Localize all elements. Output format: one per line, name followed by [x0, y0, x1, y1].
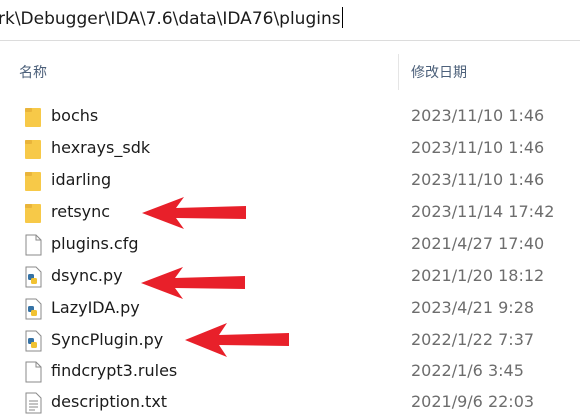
column-header-name[interactable]: 名称	[19, 62, 47, 82]
file-row-dsync-py[interactable]: dsync.py 2021/1/20 18:12	[0, 261, 580, 292]
column-separator[interactable]	[398, 54, 399, 90]
file-date: 2023/4/21 9:28	[411, 298, 535, 317]
column-header-date-modified[interactable]: 修改日期	[411, 62, 467, 82]
file-date: 2022/1/22 7:37	[411, 330, 535, 349]
file-row-hexrays-sdk[interactable]: hexrays_sdk 2023/11/10 1:46	[0, 133, 580, 164]
text-file-icon	[25, 392, 42, 414]
file-date: 2023/11/10 1:46	[411, 138, 545, 157]
file-date: 2023/11/10 1:46	[411, 170, 545, 189]
file-row-retsync[interactable]: retsync 2023/11/14 17:42	[0, 197, 580, 228]
annotation-arrow-dsync	[141, 267, 245, 299]
python-file-icon	[25, 298, 42, 320]
python-file-icon	[25, 266, 42, 288]
folder-icon	[25, 140, 41, 159]
file-name: SyncPlugin.py	[51, 330, 164, 349]
file-date: 2021/9/6 22:03	[411, 392, 535, 411]
address-path-text: rk\Debugger\IDA\7.6\data\IDA76\plugins	[0, 9, 341, 29]
folder-icon	[25, 172, 41, 191]
file-row-plugins-cfg[interactable]: plugins.cfg 2021/4/27 17:40	[0, 229, 580, 260]
file-name: findcrypt3.rules	[51, 361, 178, 380]
file-name: hexrays_sdk	[51, 138, 151, 157]
file-date: 2021/1/20 18:12	[411, 266, 545, 285]
file-name: bochs	[51, 106, 99, 125]
column-header-row: 名称 修改日期	[0, 54, 580, 90]
address-bar[interactable]: rk\Debugger\IDA\7.6\data\IDA76\plugins	[0, 0, 580, 41]
file-explorer-window: rk\Debugger\IDA\7.6\data\IDA76\plugins 名…	[0, 0, 580, 416]
file-row-description-txt[interactable]: description.txt 2021/9/6 22:03	[0, 387, 580, 416]
text-caret	[341, 7, 343, 28]
file-date: 2022/1/6 3:45	[411, 361, 524, 380]
file-name: LazyIDA.py	[51, 298, 140, 317]
file-name: description.txt	[51, 392, 168, 411]
file-name: dsync.py	[51, 266, 123, 285]
file-row-idarling[interactable]: idarling 2023/11/10 1:46	[0, 165, 580, 196]
file-row-findcrypt3-rules[interactable]: findcrypt3.rules 2022/1/6 3:45	[0, 356, 580, 387]
file-name: idarling	[51, 170, 112, 189]
folder-icon	[25, 204, 41, 223]
python-file-icon	[25, 330, 42, 352]
file-name: plugins.cfg	[51, 234, 139, 253]
folder-icon	[25, 108, 41, 127]
file-name: retsync	[51, 202, 111, 221]
annotation-arrow-syncplugin	[185, 323, 289, 357]
file-icon	[25, 361, 42, 383]
address-path[interactable]: rk\Debugger\IDA\7.6\data\IDA76\plugins	[0, 7, 343, 29]
file-icon	[25, 234, 42, 256]
file-date: 2023/11/14 17:42	[411, 202, 555, 221]
file-date: 2021/4/27 17:40	[411, 234, 545, 253]
file-date: 2023/11/10 1:46	[411, 106, 545, 125]
file-row-bochs[interactable]: bochs 2023/11/10 1:46	[0, 101, 580, 132]
annotation-arrow-retsync	[142, 197, 246, 229]
